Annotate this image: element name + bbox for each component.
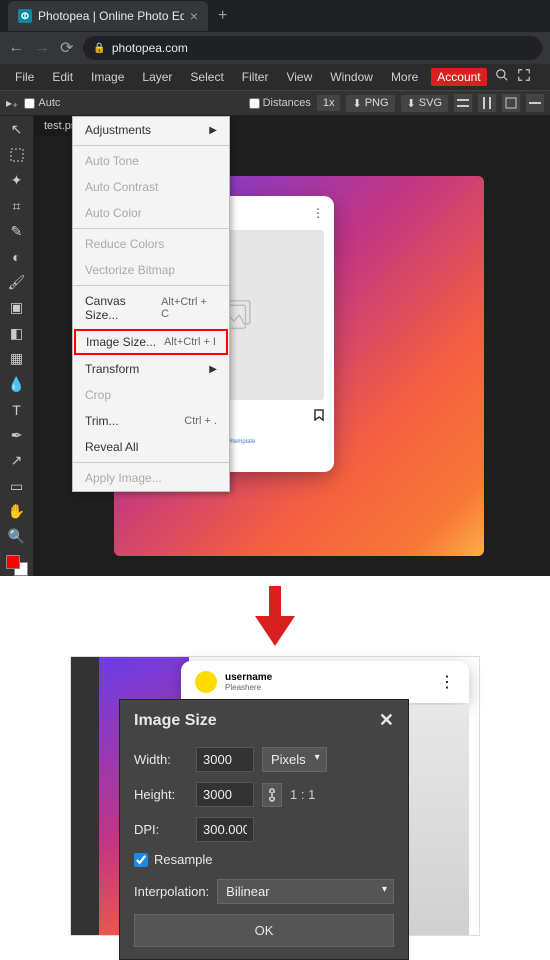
align-icon-4[interactable] (526, 94, 544, 112)
align-icon-3[interactable] (502, 94, 520, 112)
menu-crop[interactable]: Crop (73, 382, 229, 408)
ss2-tools-panel (71, 657, 99, 935)
heal-tool[interactable]: ◐ (7, 247, 27, 266)
dialog-title: Image Size (134, 712, 217, 730)
menu-select[interactable]: Select (181, 64, 232, 90)
width-input[interactable] (196, 747, 254, 772)
dialog-close-button[interactable]: ✕ (379, 710, 394, 731)
menu-filter[interactable]: Filter (233, 64, 278, 90)
lock-icon: 🔒 (93, 43, 105, 54)
constrain-proportions-button[interactable] (262, 783, 282, 807)
menu-view[interactable]: View (277, 64, 321, 90)
address-bar[interactable]: 🔒 photopea.com (83, 36, 542, 60)
reload-button[interactable]: ⟳ (60, 38, 73, 58)
account-button[interactable]: Account (431, 68, 486, 86)
menu-auto-color[interactable]: Auto Color (73, 200, 229, 226)
move-tool-indicator: ▸₊ (6, 96, 18, 110)
menu-vectorize-bitmap[interactable]: Vectorize Bitmap (73, 257, 229, 283)
color-swatch[interactable] (6, 555, 28, 576)
zoom-toggle[interactable]: 1x (317, 95, 341, 111)
tools-panel: ↖ ✦ ⌗ ✎ ◐ 🖌 ▣ ◧ ▦ 💧 T ✒ ↗ ▭ ✋ 🔍 (0, 116, 34, 576)
back-button[interactable]: ← (8, 39, 24, 57)
hand-tool[interactable]: ✋ (7, 502, 27, 521)
pen-tool[interactable]: ✒ (7, 425, 27, 444)
photopea-favicon: ⵀ (18, 9, 32, 23)
units-select[interactable]: Pixels (262, 747, 327, 772)
forward-button[interactable]: → (34, 39, 50, 57)
url-text: photopea.com (112, 41, 188, 55)
ss2-more-icon: ⋮ (439, 672, 455, 692)
menu-image[interactable]: Image (82, 64, 133, 90)
height-input[interactable] (196, 782, 254, 807)
menu-edit[interactable]: Edit (43, 64, 82, 90)
path-tool[interactable]: ↗ (7, 451, 27, 470)
browser-tab[interactable]: ⵀ Photopea | Online Photo Editor × (8, 1, 208, 31)
clone-tool[interactable]: ▣ (7, 298, 27, 317)
ss2-location: Pleashere (225, 683, 272, 692)
menu-apply-image[interactable]: Apply Image... (73, 465, 229, 491)
bookmark-icon (314, 408, 324, 426)
interpolation-select[interactable]: Bilinear (217, 879, 394, 904)
width-label: Width: (134, 752, 188, 767)
app-menu-bar: File Edit Image Layer Select Filter View… (0, 64, 550, 90)
crop-tool[interactable]: ⌗ (7, 196, 27, 215)
dpi-label: DPI: (134, 822, 188, 837)
avatar (195, 671, 217, 693)
menu-adjustments[interactable]: Adjustments▶ (73, 117, 229, 143)
result-screenshot: username Pleashere ⋮ Image Size ✕ Width:… (70, 656, 480, 936)
close-tab-icon[interactable]: × (190, 8, 198, 24)
eraser-tool[interactable]: ◧ (7, 324, 27, 343)
image-menu-dropdown: Adjustments▶ Auto Tone Auto Contrast Aut… (72, 116, 230, 492)
post-more-icon: ⋮ (312, 206, 324, 220)
zoom-tool[interactable]: 🔍 (7, 527, 27, 546)
type-tool[interactable]: T (7, 400, 27, 419)
tab-title: Photopea | Online Photo Editor (38, 9, 184, 23)
align-icon-2[interactable] (478, 94, 496, 112)
resample-checkbox[interactable]: Resample (134, 852, 394, 867)
search-icon[interactable] (495, 68, 509, 87)
ok-button[interactable]: OK (134, 914, 394, 947)
link-icon (267, 788, 277, 802)
marquee-tool[interactable] (7, 145, 27, 164)
blur-tool[interactable]: 💧 (7, 375, 27, 394)
image-size-dialog: Image Size ✕ Width: Pixels Height: 1 : 1… (119, 699, 409, 960)
export-svg-button[interactable]: ⬇SVG (401, 95, 448, 112)
align-icon-1[interactable] (454, 94, 472, 112)
menu-auto-contrast[interactable]: Auto Contrast (73, 174, 229, 200)
gradient-tool[interactable]: ▦ (7, 349, 27, 368)
dpi-input[interactable] (196, 817, 254, 842)
flow-arrow (0, 576, 550, 656)
menu-window[interactable]: Window (321, 64, 382, 90)
distances-checkbox[interactable]: Distances (249, 97, 311, 109)
new-tab-button[interactable]: + (208, 7, 237, 25)
eyedropper-tool[interactable]: ✎ (7, 222, 27, 241)
menu-reveal-all[interactable]: Reveal All (73, 434, 229, 460)
ss2-username: username (225, 672, 272, 683)
brush-tool[interactable]: 🖌 (7, 273, 27, 292)
menu-auto-tone[interactable]: Auto Tone (73, 148, 229, 174)
menu-file[interactable]: File (6, 64, 43, 90)
menu-canvas-size[interactable]: Canvas Size...Alt+Ctrl + C (73, 288, 229, 328)
export-png-button[interactable]: ⬇PNG (346, 95, 394, 112)
auto-select-checkbox[interactable]: Autc (24, 97, 60, 109)
ss2-post-header: username Pleashere ⋮ (181, 661, 469, 703)
shape-tool[interactable]: ▭ (7, 476, 27, 495)
interpolation-label: Interpolation: (134, 884, 209, 899)
menu-image-size[interactable]: Image Size...Alt+Ctrl + I (74, 329, 228, 355)
options-toolbar: ▸₊ Autc Distances 1x ⬇PNG ⬇SVG (0, 90, 550, 116)
move-tool[interactable]: ↖ (7, 120, 27, 139)
aspect-ratio: 1 : 1 (290, 787, 315, 802)
menu-more[interactable]: More (382, 64, 427, 90)
fullscreen-icon[interactable] (517, 68, 531, 87)
menu-trim[interactable]: Trim...Ctrl + . (73, 408, 229, 434)
menu-reduce-colors[interactable]: Reduce Colors (73, 231, 229, 257)
wand-tool[interactable]: ✦ (7, 171, 27, 190)
menu-transform[interactable]: Transform▶ (73, 356, 229, 382)
menu-layer[interactable]: Layer (133, 64, 181, 90)
height-label: Height: (134, 787, 188, 802)
